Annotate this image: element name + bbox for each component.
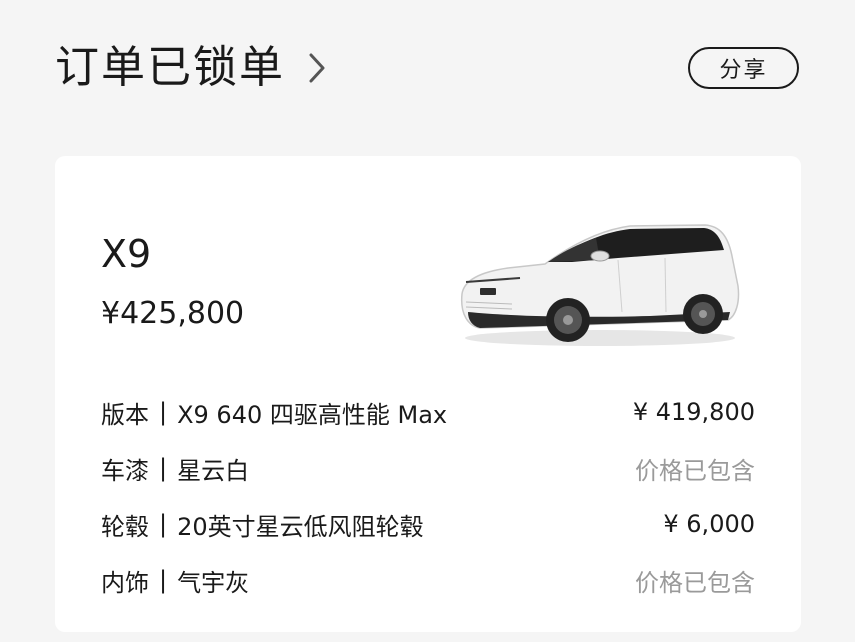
- spec-separator: |: [159, 454, 168, 482]
- chevron-right-icon: [307, 38, 327, 98]
- model-price: ¥425,800: [101, 296, 245, 331]
- spec-price: ¥ 419,800: [632, 398, 755, 426]
- spec-row-interior: 内饰 | 气宇灰 价格已包含: [101, 552, 755, 608]
- share-button[interactable]: 分享: [688, 47, 799, 89]
- spec-separator: |: [159, 398, 168, 426]
- order-status-link[interactable]: 订单已锁单: [55, 38, 327, 98]
- spec-price: ¥ 6,000: [663, 510, 755, 538]
- spec-label: 轮毂: [101, 512, 149, 541]
- spec-separator: |: [159, 566, 168, 594]
- spec-list: 版本 | X9 640 四驱高性能 Max ¥ 419,800 车漆 | 星云白…: [101, 384, 755, 608]
- spec-price: 价格已包含: [635, 568, 755, 597]
- spec-row-version: 版本 | X9 640 四驱高性能 Max ¥ 419,800: [101, 384, 755, 440]
- model-name: X9: [101, 232, 152, 276]
- spec-value: X9 640 四驱高性能 Max: [177, 400, 448, 429]
- spec-row-paint: 车漆 | 星云白 价格已包含: [101, 440, 755, 496]
- page-title: 订单已锁单: [55, 42, 285, 93]
- car-image: [450, 216, 750, 351]
- spec-value: 星云白: [177, 456, 250, 485]
- spec-price: 价格已包含: [635, 456, 755, 485]
- spec-label: 内饰: [101, 568, 149, 597]
- spec-value: 20英寸星云低风阻轮毂: [177, 512, 424, 541]
- order-card: X9 ¥425,800 版本 | X9 640 四驱高性能 Max ¥ 419,…: [55, 156, 801, 632]
- spec-separator: |: [159, 510, 168, 538]
- spec-label: 车漆: [101, 456, 149, 485]
- spec-value: 气宇灰: [177, 568, 250, 597]
- page-header: 订单已锁单 分享: [0, 0, 855, 140]
- spec-label: 版本: [101, 400, 149, 429]
- spec-row-wheels: 轮毂 | 20英寸星云低风阻轮毂 ¥ 6,000: [101, 496, 755, 552]
